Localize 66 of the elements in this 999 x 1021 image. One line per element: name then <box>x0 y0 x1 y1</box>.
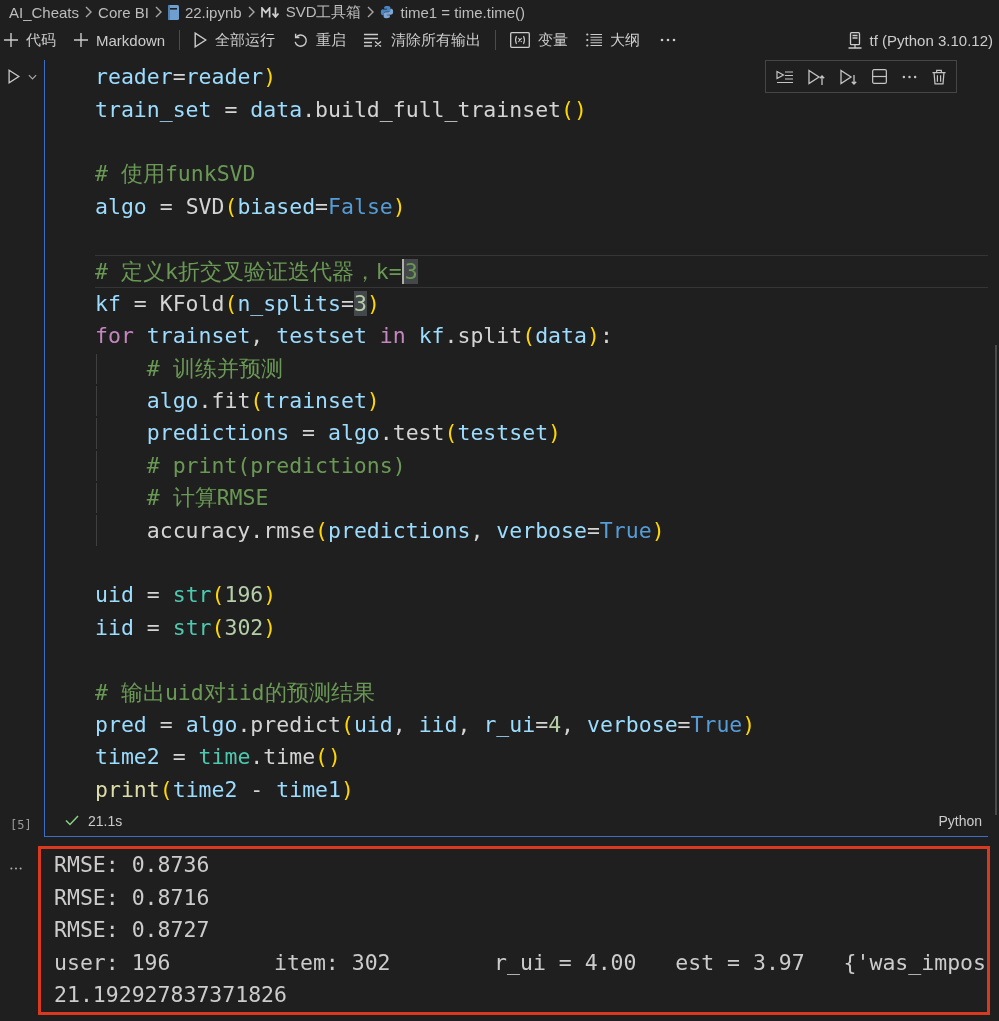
more-icon[interactable] <box>10 867 22 870</box>
chevron-right-icon <box>247 6 255 18</box>
scrollbar-thumb[interactable] <box>995 345 997 815</box>
toolbar-button[interactable]: 清除所有输出 <box>364 27 482 53</box>
clear-outputs-icon <box>364 33 384 47</box>
breadcrumb-item[interactable]: Core BI <box>98 3 149 21</box>
run-by-line-icon[interactable] <box>776 69 793 84</box>
more-icon[interactable] <box>660 38 677 42</box>
toolbar-button[interactable]: 大纲 <box>586 27 641 53</box>
run-cell-icon[interactable] <box>8 69 20 84</box>
code-line: # 定义k折交叉验证迭代器，k=3 <box>95 257 418 286</box>
breadcrumb-item[interactable]: time1 = time.time() <box>380 3 526 21</box>
code-line: accuracy.rmse(predictions, verbose=True) <box>146 516 665 545</box>
plus-icon <box>4 33 18 47</box>
code-line: # 训练并预测 <box>146 354 283 383</box>
output-line: user: 196 item: 302 r_ui = 4.00 est = 3.97 {'was_impos <box>54 948 986 977</box>
language-label[interactable]: Python <box>938 813 982 829</box>
list-icon <box>586 33 603 47</box>
code-line: print(time2 - time1) <box>95 775 354 804</box>
code-line: # 输出uid对iid的预测结果 <box>95 678 375 707</box>
code-line: # 使用funkSVD <box>95 160 256 189</box>
chevron-down-icon[interactable] <box>28 73 37 80</box>
toolbar-button[interactable]: Markdown <box>74 27 166 53</box>
toolbar-button[interactable]: 变量 <box>510 27 569 53</box>
code-line: predictions = algo.test(testset) <box>146 419 562 448</box>
code-line: # print(predictions) <box>146 451 406 480</box>
more-icon[interactable] <box>902 74 917 79</box>
chevron-right-icon <box>85 6 93 18</box>
output-line: RMSE: 0.8727 <box>54 916 210 945</box>
code-line: train_set = data.build_full_trainset() <box>95 95 587 124</box>
kernel-picker[interactable]: tf (Python 3.10.12) <box>847 27 993 53</box>
code-line: # 计算RMSE <box>146 484 269 513</box>
code-line: time2 = time.time() <box>95 743 341 772</box>
breadcrumb-item[interactable]: AI_Cheats <box>9 3 80 21</box>
output-line: RMSE: 0.8716 <box>54 883 210 912</box>
chevron-right-icon <box>154 6 162 18</box>
run-duration: 21.1s <box>88 813 123 829</box>
python-icon <box>380 5 395 19</box>
run-below-icon[interactable] <box>840 68 857 85</box>
notebook-icon <box>167 4 179 20</box>
code-line: pred = algo.predict(uid, iid, r_ui=4, verbose=True) <box>95 711 756 739</box>
markdown-icon <box>260 6 280 18</box>
variables-icon <box>510 32 531 48</box>
toolbar-button[interactable]: 重启 <box>293 27 347 53</box>
play-icon <box>194 32 208 48</box>
code-line: reader=reader) <box>95 63 277 92</box>
run-above-icon[interactable] <box>808 68 825 85</box>
execution-count: [5] <box>9 818 32 832</box>
code-line: for trainset, testset in kf.split(data): <box>95 322 613 351</box>
chevron-right-icon <box>367 6 375 18</box>
breadcrumb-item[interactable]: 22.ipynb <box>167 3 242 21</box>
breadcrumb-item[interactable]: SVD工具箱 <box>260 2 362 22</box>
split-cell-icon[interactable] <box>872 69 887 84</box>
output-line: 21.192927837371826 <box>54 981 287 1010</box>
computer-icon <box>847 31 862 49</box>
restart-icon <box>293 32 309 48</box>
code-line: iid = str(302) <box>95 613 277 642</box>
output-line: RMSE: 0.8736 <box>54 851 210 879</box>
toolbar-button[interactable]: 全部运行 <box>194 27 276 53</box>
plus-icon <box>74 33 88 47</box>
code-line: algo.fit(trainset) <box>146 387 380 416</box>
code-line: uid = str(196) <box>95 581 277 610</box>
trash-icon[interactable] <box>932 68 946 85</box>
code-line: kf = KFold(n_splits=3) <box>95 289 380 318</box>
code-line: algo = SVD(biased=False) <box>95 192 406 221</box>
toolbar-button[interactable]: 代码 <box>4 27 56 53</box>
